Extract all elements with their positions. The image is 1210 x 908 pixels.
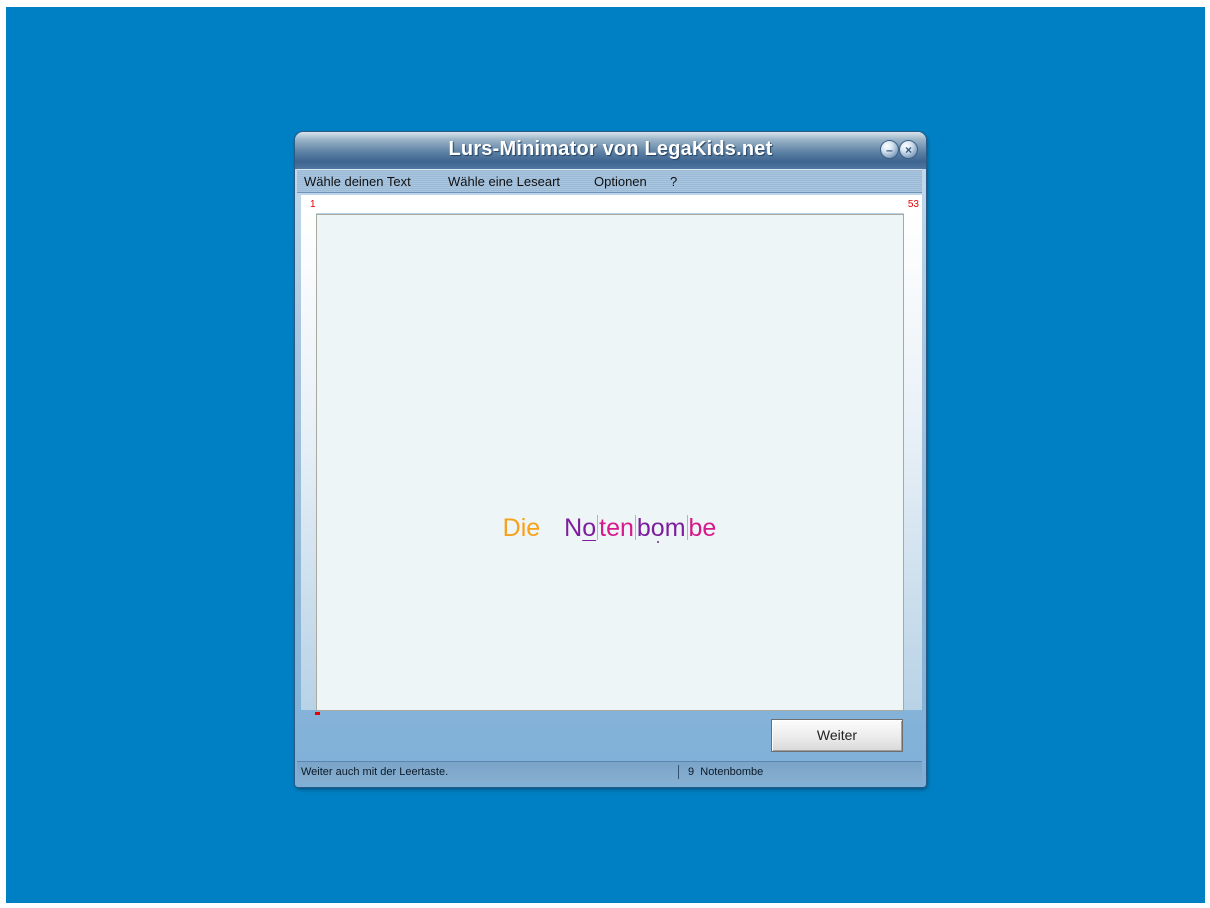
window-title: Lurs-Minimator von LegaKids.net [448,138,773,160]
progress-marker [315,712,320,715]
syllable-bom: bom [636,514,686,542]
minimize-button[interactable]: – [880,140,899,159]
menu-item-options[interactable]: Optionen [594,174,647,189]
status-current-word: Notenbombe [700,766,764,778]
syllable-no: No [564,514,597,542]
syllable-ten: ten [599,514,634,542]
menu-item-help[interactable]: ? [670,174,677,189]
close-button[interactable]: × [899,140,918,159]
word-notenbombe: No ten bom be [563,513,717,543]
menu-item-choose-text[interactable]: Wähle deinen Text [304,174,411,189]
reading-line: Die No ten bom be [317,513,903,543]
word-counter-strip: 1 53 [301,195,922,213]
long-vowel-mark: o [582,514,597,542]
short-vowel-mark: o [650,514,665,542]
right-margin [904,213,922,710]
status-divider [678,765,679,779]
menu-item-choose-reading-mode[interactable]: Wähle eine Leseart [448,174,560,189]
syllable-be: be [688,514,717,542]
app-window: Lurs-Minimator von LegaKids.net – × Wähl… [295,132,926,787]
status-hint: Weiter auch mit der Leertaste. [301,766,449,778]
status-word-info: 9 Notenbombe [688,766,763,778]
total-word-count: 53 [907,199,919,210]
reading-area: Die No ten bom be [316,214,904,711]
close-icon: × [904,142,912,157]
current-word-index: 1 [310,199,316,210]
minimize-icon: – [886,142,893,157]
weiter-button[interactable]: Weiter [771,719,903,752]
menu-bar: Wähle deinen Text Wähle eine Leseart Opt… [297,169,922,193]
status-bar: Weiter auch mit der Leertaste. 9 Notenbo… [297,761,922,783]
word-die: Die [502,514,541,542]
status-word-position: 9 [688,766,695,778]
title-bar[interactable]: Lurs-Minimator von LegaKids.net – × [295,132,926,169]
left-margin [301,213,316,710]
